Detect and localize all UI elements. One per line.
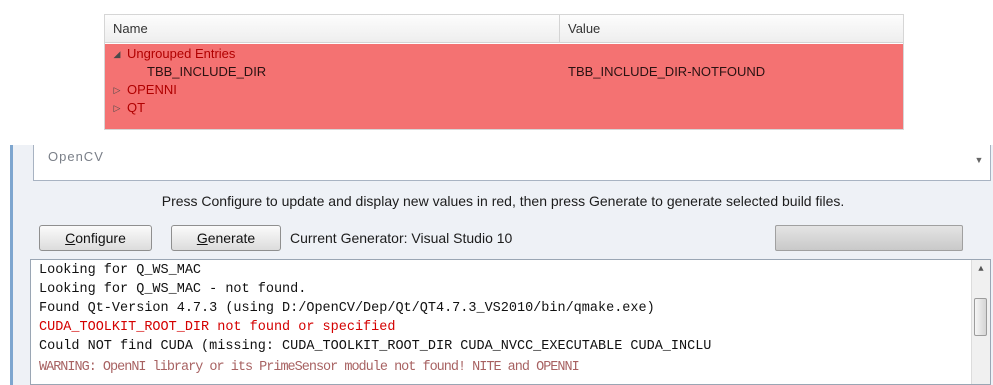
tree-group-label: Ungrouped Entries — [127, 46, 236, 61]
configure-accelerator: C — [65, 230, 76, 246]
column-header-value[interactable]: Value — [560, 15, 903, 42]
configure-label: onfigure — [75, 230, 126, 246]
cmake-gui-window: OpenCV ▼ Press Configure to update and d… — [10, 145, 993, 385]
chevron-down-icon[interactable]: ▼ — [972, 155, 986, 171]
log-line: Could NOT find CUDA (missing: CUDA_TOOLK… — [39, 339, 712, 354]
tree-row-tbb-include-dir[interactable]: TBB_INCLUDE_DIR TBB_INCLUDE_DIR-NOTFOUND — [105, 63, 903, 81]
log-line-error: CUDA_TOOLKIT_ROOT_DIR not found or speci… — [39, 320, 396, 335]
cache-list-fragment: OpenCV ▼ — [33, 145, 991, 181]
log-line-warning: WARNING: OpenNI library or its PrimeSens… — [39, 360, 580, 375]
progress-bar — [775, 225, 963, 251]
tree-row-ungrouped-entries[interactable]: ◢ Ungrouped Entries — [105, 45, 903, 63]
cache-list-item: OpenCV — [48, 149, 104, 164]
cache-tree-panel: Name Value ◢ Ungrouped Entries TBB_INCLU… — [104, 14, 904, 130]
tree-row-openni[interactable]: ▷ OPENNI — [105, 81, 903, 99]
instruction-text: Press Configure to update and display ne… — [161, 193, 845, 209]
tree-group-label: QT — [127, 100, 146, 115]
expand-arrow-icon[interactable]: ◢ — [111, 45, 123, 63]
log-line: Looking for Q_WS_MAC - not found. — [39, 282, 307, 297]
generate-label: enerate — [207, 230, 256, 246]
scrollbar-thumb[interactable] — [974, 298, 987, 336]
output-log[interactable]: Looking for Q_WS_MAC Looking for Q_WS_MA… — [30, 259, 991, 385]
cache-entry-value[interactable]: TBB_INCLUDE_DIR-NOTFOUND — [568, 63, 765, 81]
tree-body: ◢ Ungrouped Entries TBB_INCLUDE_DIR TBB_… — [105, 44, 903, 129]
output-scrollbar[interactable]: ▲ — [971, 260, 990, 384]
column-header-name[interactable]: Name — [105, 15, 560, 42]
scroll-up-icon[interactable]: ▲ — [972, 264, 990, 274]
current-generator-label: Current Generator: Visual Studio 10 — [290, 230, 513, 246]
tree-header: Name Value — [105, 15, 903, 43]
configure-button[interactable]: Configure — [39, 225, 152, 251]
cache-entry-name: TBB_INCLUDE_DIR — [147, 64, 267, 79]
tree-group-label: OPENNI — [127, 82, 177, 97]
generate-button[interactable]: Generate — [171, 225, 281, 251]
collapse-arrow-icon[interactable]: ▷ — [111, 81, 123, 99]
tree-row-qt[interactable]: ▷ QT — [105, 99, 903, 117]
log-line: Found Qt-Version 4.7.3 (using D:/OpenCV/… — [39, 301, 655, 316]
generate-accelerator: G — [196, 230, 208, 246]
collapse-arrow-icon[interactable]: ▷ — [111, 99, 123, 117]
log-line: Looking for Q_WS_MAC — [39, 263, 202, 278]
